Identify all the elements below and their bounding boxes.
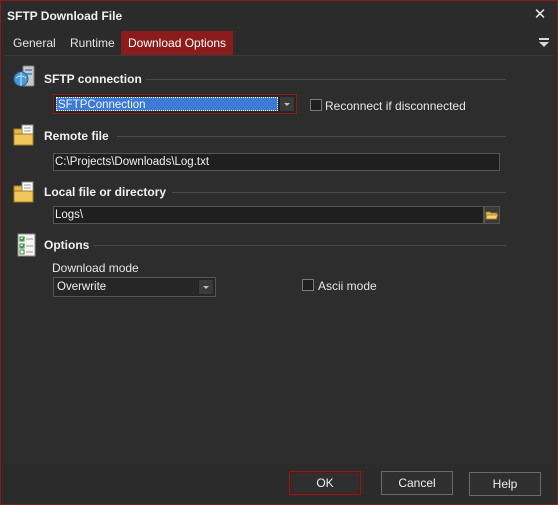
tab-general[interactable]: General [6, 31, 63, 55]
close-button[interactable]: ✕ [531, 6, 549, 24]
folder-document-icon [13, 124, 34, 146]
reconnect-checkbox[interactable] [310, 99, 322, 111]
local-section-title: Local file or directory [44, 185, 167, 199]
browse-button[interactable] [484, 206, 500, 224]
reconnect-label: Reconnect if disconnected [325, 99, 466, 113]
section-divider [146, 79, 506, 80]
tab-download-options[interactable]: Download Options [121, 31, 234, 55]
folder-document-icon [13, 181, 34, 203]
ascii-mode-label: Ascii mode [318, 279, 377, 293]
download-mode-select[interactable]: Overwrite [53, 277, 216, 297]
checklist-icon [17, 233, 36, 257]
section-divider [117, 136, 506, 137]
ascii-mode-checkbox[interactable] [302, 279, 314, 291]
sftp-connection-combo[interactable]: SFTPConnection [53, 94, 297, 114]
dialog-window: SFTP Download File ✕ General Runtime Dow… [0, 0, 558, 505]
local-path-value: Logs\ [55, 209, 84, 221]
download-mode-label: Download mode [52, 261, 139, 275]
cancel-button[interactable]: Cancel [381, 471, 453, 495]
options-section-title: Options [44, 238, 90, 252]
remote-file-value: C:\Projects\Downloads\Log.txt [55, 156, 210, 168]
download-mode-value: Overwrite [57, 281, 107, 293]
tab-runtime[interactable]: Runtime [63, 31, 122, 55]
remote-file-input[interactable]: C:\Projects\Downloads\Log.txt [53, 153, 500, 171]
sftp-section-title: SFTP connection [44, 72, 142, 86]
tab-bar: General Runtime Download Options [1, 31, 557, 55]
sftp-connection-value: SFTPConnection [56, 97, 278, 111]
menu-icon[interactable] [537, 35, 551, 49]
server-globe-icon [13, 65, 35, 87]
help-button[interactable]: Help [469, 472, 541, 496]
local-path-input[interactable]: Logs\ [53, 206, 484, 224]
ok-button[interactable]: OK [289, 471, 361, 495]
dialog-footer: OK Cancel Help [1, 464, 557, 504]
section-divider [172, 192, 506, 193]
window-title: SFTP Download File [7, 9, 123, 23]
chevron-down-icon[interactable] [199, 280, 213, 294]
section-divider [94, 245, 506, 246]
options-panel: SFTP connection SFTPConnection Reconnect… [4, 55, 554, 464]
title-bar: SFTP Download File ✕ [1, 1, 557, 31]
remote-section-title: Remote file [44, 129, 109, 143]
chevron-down-icon[interactable] [280, 97, 294, 111]
folder-open-icon [485, 211, 499, 220]
